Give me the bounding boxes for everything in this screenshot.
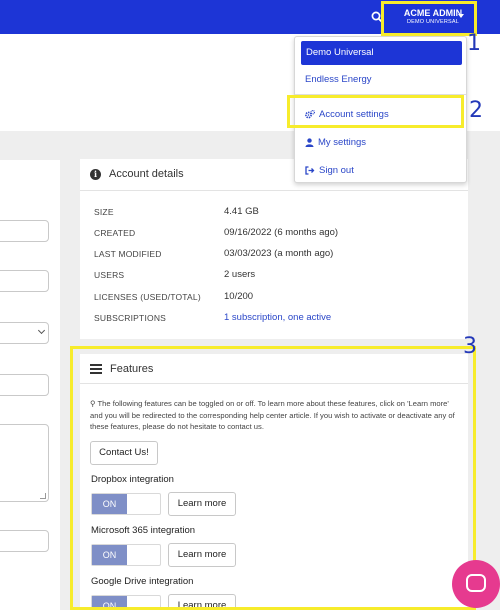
highlight-box-user-menu — [381, 1, 477, 36]
sign-out-label: Sign out — [319, 165, 354, 176]
size-label: SIZE — [94, 207, 114, 217]
my-settings-label: My settings — [318, 137, 367, 148]
callout-number-1: 1 — [467, 31, 481, 56]
chat-widget-button[interactable] — [452, 560, 500, 608]
size-value: 4.41 GB — [224, 206, 259, 217]
account-details-card: i Account details SIZE 4.41 GB CREATED 0… — [80, 159, 468, 339]
users-value: 2 users — [224, 269, 256, 280]
form-text-field[interactable] — [0, 270, 49, 292]
form-text-field[interactable] — [0, 530, 49, 552]
menu-item-endless-energy[interactable]: Endless Energy — [305, 74, 372, 85]
account-form-panel — [0, 160, 60, 610]
sign-out-icon — [305, 166, 315, 175]
menu-item-demo-universal[interactable]: Demo Universal — [301, 41, 462, 65]
licenses-label: LICENSES (USED/TOTAL) — [94, 292, 201, 302]
info-icon: i — [90, 169, 101, 180]
last-modified-value: 03/03/2023 (a month ago) — [224, 248, 334, 259]
licenses-value: 10/200 — [224, 291, 254, 302]
users-label: USERS — [94, 270, 125, 280]
subscriptions-link[interactable]: 1 subscription, one active — [224, 312, 331, 323]
form-text-field[interactable] — [0, 220, 49, 242]
form-textarea[interactable] — [0, 424, 49, 502]
chevron-down-icon — [37, 326, 46, 335]
created-value: 09/16/2022 (6 months ago) — [224, 227, 339, 238]
highlight-box-features — [70, 346, 476, 610]
form-select-field[interactable] — [0, 322, 49, 344]
created-label: CREATED — [94, 228, 136, 238]
account-details-title: Account details — [109, 168, 184, 180]
subscriptions-label: SUBSCRIPTIONS — [94, 313, 167, 323]
callout-number-3: 3 — [463, 334, 477, 359]
chat-icon — [466, 574, 486, 592]
form-text-field[interactable] — [0, 374, 49, 396]
highlight-box-account-settings — [287, 95, 464, 128]
user-icon — [305, 138, 314, 147]
resize-handle-icon[interactable] — [40, 493, 46, 499]
callout-number-2: 2 — [469, 98, 483, 123]
menu-item-my-settings[interactable]: My settings — [305, 137, 366, 148]
last-modified-label: LAST MODIFIED — [94, 249, 162, 259]
menu-item-sign-out[interactable]: Sign out — [305, 165, 354, 176]
